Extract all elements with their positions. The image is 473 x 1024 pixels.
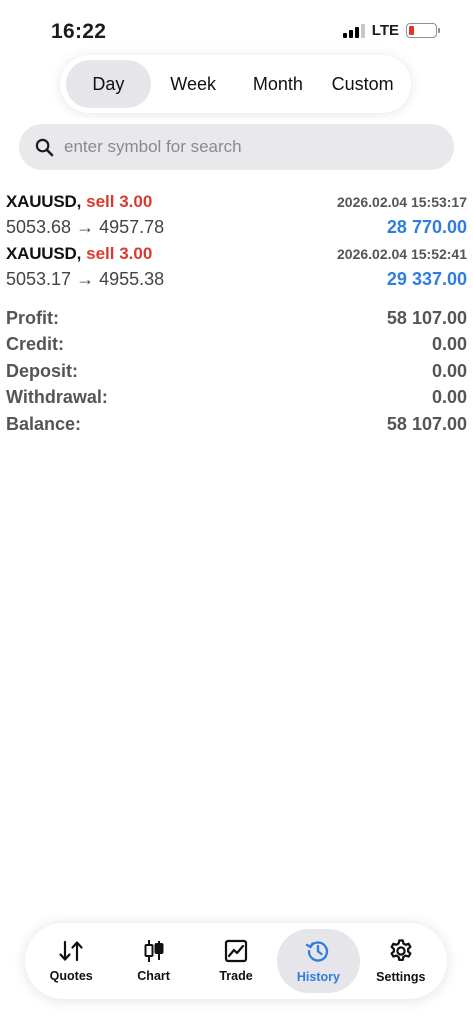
deal-profit: 28 770.00 <box>386 216 467 237</box>
deal-close-price: 4957.78 <box>99 216 165 237</box>
tab-label: Chart <box>137 969 170 983</box>
deal-open-price: 5053.17 <box>6 268 72 289</box>
magnifier-icon <box>35 138 54 156</box>
arrow-right-icon: → <box>76 268 95 289</box>
deal-open-price: 5053.68 <box>6 216 72 237</box>
tab-month[interactable]: Month <box>236 60 321 108</box>
tab-chart[interactable]: Chart <box>112 929 194 993</box>
deals-list: XAUUSD, sell 3.00 2026.02.04 15:53:17 505… <box>6 190 467 294</box>
candlestick-icon <box>144 940 164 962</box>
summary-row-profit: Profit: 58 107.00 <box>6 305 467 332</box>
deal-symbol: XAUUSD, <box>6 244 82 263</box>
deal-profit: 29 337.00 <box>386 268 467 289</box>
tab-day[interactable]: Day <box>66 60 151 108</box>
tab-settings[interactable]: Settings <box>360 929 442 993</box>
deal-row[interactable]: XAUUSD, sell 3.00 2026.02.04 15:52:41 505… <box>6 242 467 294</box>
deal-datetime: 2026.02.04 15:52:41 <box>337 246 467 262</box>
tab-trade[interactable]: Trade <box>195 929 277 993</box>
battery-icon <box>406 23 440 38</box>
tab-label: Quotes <box>49 969 93 983</box>
tab-custom[interactable]: Custom <box>320 60 405 108</box>
summary-value: 0.00 <box>431 334 467 355</box>
history-summary: Profit: 58 107.00 Credit: 0.00 Deposit: … <box>6 305 467 438</box>
tab-quotes[interactable]: Quotes <box>30 929 112 993</box>
summary-value: 58 107.00 <box>386 413 467 434</box>
deal-close-price: 4955.38 <box>99 268 165 289</box>
trade-chart-icon <box>224 939 248 963</box>
network-type: LTE <box>371 22 399 39</box>
status-indicators: LTE <box>342 22 440 39</box>
deal-datetime: 2026.02.04 15:53:17 <box>337 194 467 210</box>
cellular-signal-icon <box>342 23 365 38</box>
summary-label: Deposit: <box>6 360 78 381</box>
summary-row-balance: Balance: 58 107.00 <box>6 411 467 438</box>
summary-label: Balance: <box>6 413 82 434</box>
gear-icon <box>390 939 412 961</box>
tab-label: Settings <box>376 970 426 984</box>
tab-label: History <box>296 970 340 984</box>
deal-side: sell 3.00 <box>86 192 153 211</box>
status-bar: 16:22 LTE <box>0 0 473 62</box>
tab-week[interactable]: Week <box>151 60 236 108</box>
arrow-right-icon: → <box>76 216 95 237</box>
quotes-arrows-icon <box>59 940 83 962</box>
tab-label: Trade <box>219 969 253 983</box>
summary-value: 0.00 <box>431 387 467 408</box>
search-input[interactable] <box>64 137 424 157</box>
deal-prices: 5053.17 → 4955.38 <box>6 269 164 290</box>
deal-prices: 5053.68 → 4957.78 <box>6 217 164 238</box>
search-bar[interactable] <box>19 124 454 170</box>
summary-label: Withdrawal: <box>6 387 108 408</box>
summary-value: 0.00 <box>431 360 467 381</box>
deal-symbol: XAUUSD, <box>6 192 82 211</box>
period-selector: Day Week Month Custom <box>60 55 411 113</box>
summary-label: Profit: <box>6 307 59 328</box>
summary-row-deposit: Deposit: 0.00 <box>6 358 467 385</box>
tab-history[interactable]: History <box>277 929 360 993</box>
summary-value: 58 107.00 <box>386 307 467 328</box>
history-clock-icon <box>306 941 329 962</box>
summary-label: Credit: <box>6 334 64 355</box>
summary-row-withdrawal: Withdrawal: 0.00 <box>6 385 467 412</box>
summary-row-credit: Credit: 0.00 <box>6 332 467 359</box>
deal-side: sell 3.00 <box>86 244 153 263</box>
bottom-tab-bar: Quotes Chart Trade History Settings <box>25 923 447 999</box>
status-time: 16:22 <box>51 20 107 43</box>
deal-row[interactable]: XAUUSD, sell 3.00 2026.02.04 15:53:17 505… <box>6 190 467 242</box>
